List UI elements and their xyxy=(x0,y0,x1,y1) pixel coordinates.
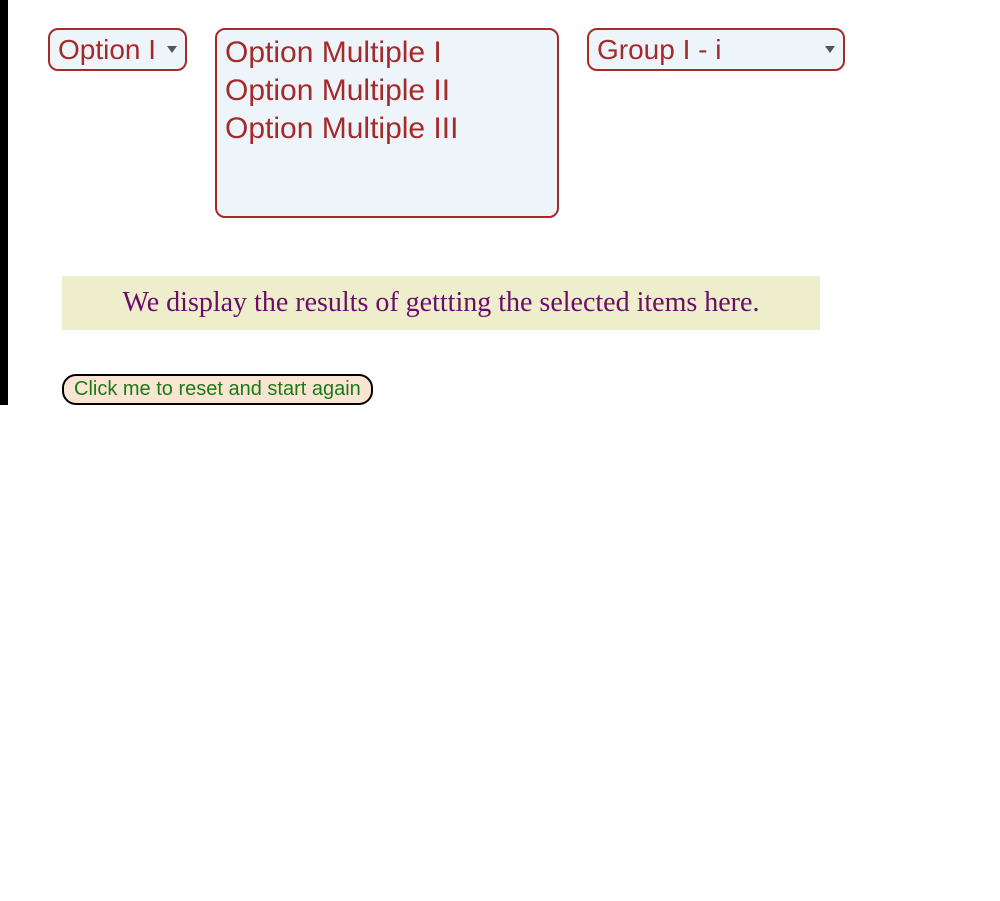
multiple-select-option[interactable]: Option Multiple III xyxy=(225,110,549,148)
multiple-select-option[interactable]: Option Multiple I xyxy=(225,34,549,72)
group-select[interactable]: Group I - i xyxy=(587,28,845,71)
group-select-wrapper: Group I - i xyxy=(587,28,845,71)
single-select-wrapper: Option I xyxy=(48,28,187,71)
selects-row: Option I Option Multiple I Option Multip… xyxy=(48,28,1000,218)
reset-button[interactable]: Click me to reset and start again xyxy=(62,374,373,405)
left-border-strip xyxy=(0,0,8,405)
results-display: We display the results of gettting the s… xyxy=(62,276,820,330)
single-select[interactable]: Option I xyxy=(48,28,187,71)
multiple-select[interactable]: Option Multiple I Option Multiple II Opt… xyxy=(215,28,559,218)
multiple-select-option[interactable]: Option Multiple II xyxy=(225,72,549,110)
